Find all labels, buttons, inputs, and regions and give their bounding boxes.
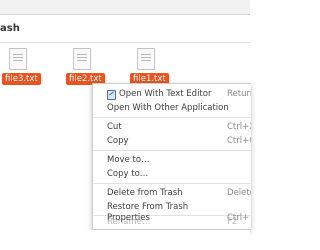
menu-item-shortcut: Delete [227,188,251,198]
menu-item-label: Open With Other Application [107,103,229,113]
context-menu: Open With Text Editor Return Open With O… [92,83,251,230]
menu-item-label: Copy [107,136,129,146]
header-divider [0,42,250,43]
menu-item-label: Delete from Trash [107,188,183,198]
text-file-icon [73,48,91,70]
menu-item-shortcut: Ctrl+I [227,213,250,223]
menu-item-shortcut: Ctrl+X [227,122,251,132]
text-file-icon [9,48,27,70]
menu-separator [93,150,251,151]
file-name-label: file3.txt [2,73,41,85]
menu-item-copy-to[interactable]: Copy to… [93,167,251,181]
menu-item-shortcut: Return [227,89,251,99]
menu-item-open-with-other-application[interactable]: Open With Other Application [93,101,251,115]
menu-item-move-to[interactable]: Move to… [93,153,251,167]
menu-separator [93,117,251,118]
menu-item-label: Copy to… [107,169,149,179]
title-bar [0,0,250,15]
menu-item-label: Open With Text Editor [119,89,212,99]
text-file-icon [137,48,155,70]
text-editor-icon [107,90,116,100]
location-title: ash [0,23,20,34]
menu-item-label: Move to… [107,155,150,165]
file-item-file2[interactable]: file2.txt [66,48,105,85]
menu-item-open-with-text-editor[interactable]: Open With Text Editor Return [93,87,251,101]
menu-item-copy[interactable]: Copy Ctrl+C [93,134,251,148]
menu-item-properties[interactable]: Properties Ctrl+I [93,211,250,225]
menu-item-label: Properties [107,213,150,223]
file-item-file3[interactable]: file3.txt [2,48,41,85]
menu-item-shortcut: Ctrl+C [227,136,251,146]
menu-item-label: Cut [107,122,122,132]
file-item-file1[interactable]: file1.txt [130,48,169,85]
menu-item-delete-from-trash[interactable]: Delete from Trash Delete [93,186,251,200]
menu-item-cut[interactable]: Cut Ctrl+X [93,120,251,134]
status-area [0,230,250,250]
menu-separator [93,183,251,184]
